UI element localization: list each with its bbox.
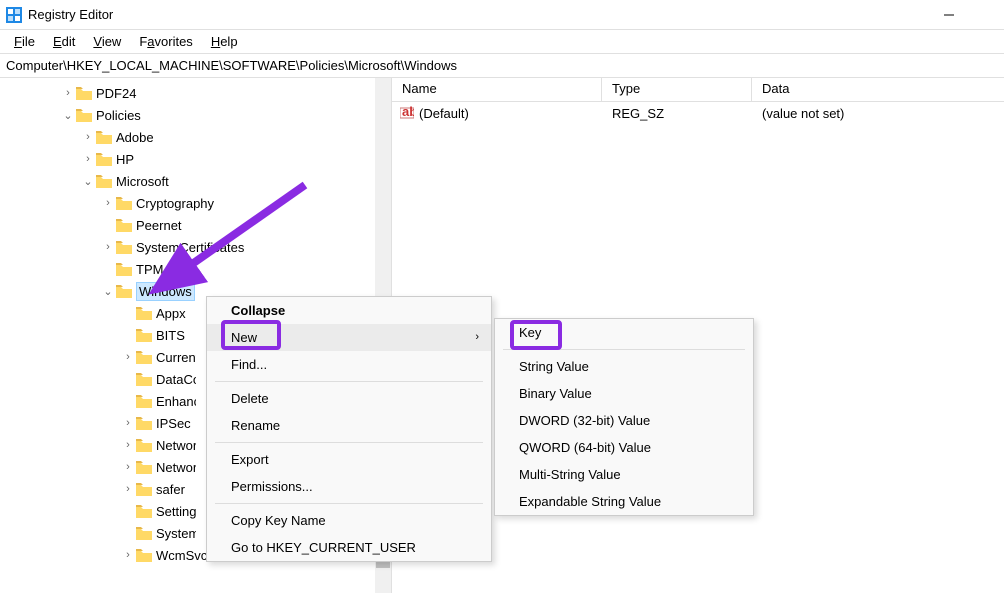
col-data[interactable]: Data [752, 78, 1004, 101]
titlebar: Registry Editor [0, 0, 1004, 30]
window-title: Registry Editor [28, 7, 942, 22]
col-type[interactable]: Type [602, 78, 752, 101]
ctx-separator [215, 503, 483, 504]
ctx-new-qword[interactable]: QWORD (64-bit) Value [495, 434, 753, 461]
tree-item-pdf24[interactable]: ›PDF24 [0, 82, 391, 104]
menu-edit[interactable]: Edit [45, 32, 83, 51]
ctx-new-expandable[interactable]: Expandable String Value [495, 488, 753, 515]
menu-favorites[interactable]: Favorites [131, 32, 200, 51]
ctx-new-dword[interactable]: DWORD (32-bit) Value [495, 407, 753, 434]
ctx-export[interactable]: Export [207, 446, 491, 473]
ctx-separator [215, 442, 483, 443]
tree-item-adobe[interactable]: ›Adobe [0, 126, 391, 148]
address-bar[interactable]: Computer\HKEY_LOCAL_MACHINE\SOFTWARE\Pol… [0, 54, 1004, 78]
ctx-separator [503, 349, 745, 350]
ctx-new-binary[interactable]: Binary Value [495, 380, 753, 407]
ctx-delete[interactable]: Delete [207, 385, 491, 412]
menu-help[interactable]: Help [203, 32, 246, 51]
close-button[interactable] [974, 8, 988, 22]
chevron-right-icon: › [475, 331, 479, 343]
menu-view[interactable]: View [85, 32, 129, 51]
ctx-copykey[interactable]: Copy Key Name [207, 507, 491, 534]
tree-item-hp[interactable]: ›HP [0, 148, 391, 170]
menu-file[interactable]: File [6, 32, 43, 51]
context-submenu-new: Key String Value Binary Value DWORD (32-… [494, 318, 754, 516]
value-table-header: Name Type Data [392, 78, 1004, 102]
tree-item-policies[interactable]: ⌄Policies [0, 104, 391, 126]
ctx-goto[interactable]: Go to HKEY_CURRENT_USER [207, 534, 491, 561]
value-row-default[interactable]: ab(Default) REG_SZ (value not set) [392, 102, 1004, 124]
ctx-separator [215, 381, 483, 382]
ctx-permissions[interactable]: Permissions... [207, 473, 491, 500]
annotation-arrow [125, 175, 325, 305]
ctx-new-key[interactable]: Key [495, 319, 753, 346]
ctx-rename[interactable]: Rename [207, 412, 491, 439]
string-value-icon: ab [400, 106, 414, 120]
ctx-new[interactable]: New› [207, 324, 491, 351]
context-menu: Collapse New› Find... Delete Rename Expo… [206, 296, 492, 562]
ctx-find[interactable]: Find... [207, 351, 491, 378]
app-icon [6, 7, 22, 23]
col-name[interactable]: Name [392, 78, 602, 101]
minimize-button[interactable] [942, 8, 956, 22]
menubar: File Edit View Favorites Help [0, 30, 1004, 54]
ctx-collapse[interactable]: Collapse [207, 297, 491, 324]
ctx-new-multistring[interactable]: Multi-String Value [495, 461, 753, 488]
ctx-new-string[interactable]: String Value [495, 353, 753, 380]
svg-text:ab: ab [402, 106, 414, 119]
